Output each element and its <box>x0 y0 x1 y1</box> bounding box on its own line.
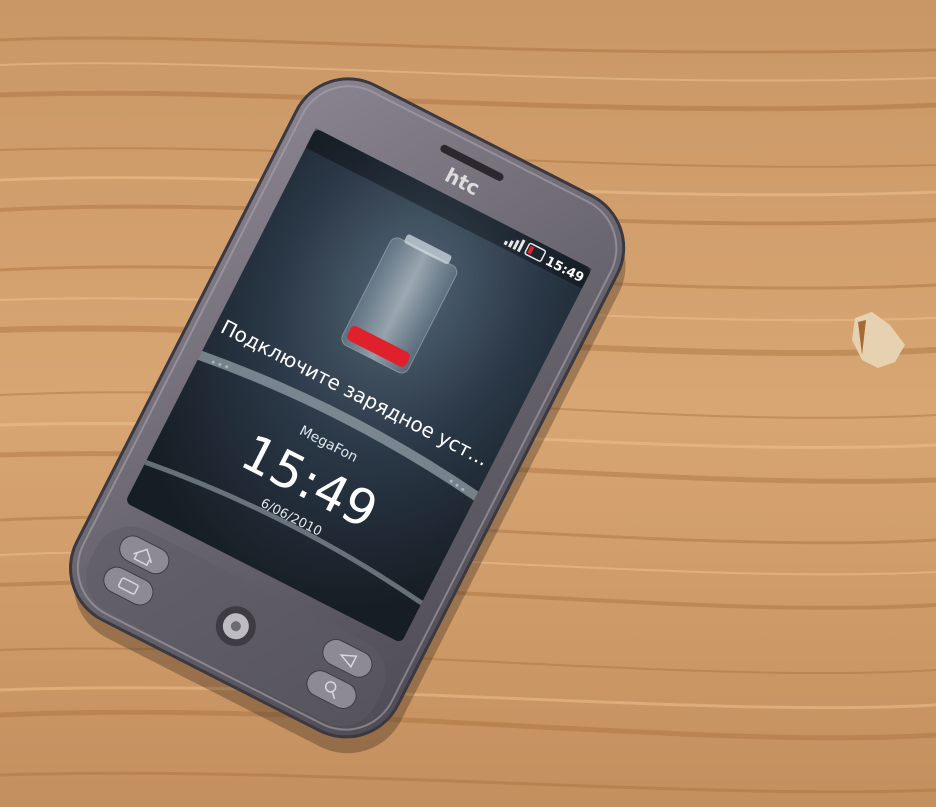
photo-scene: htc 15:49 Подключите зарядное уст... Meg… <box>0 0 936 807</box>
